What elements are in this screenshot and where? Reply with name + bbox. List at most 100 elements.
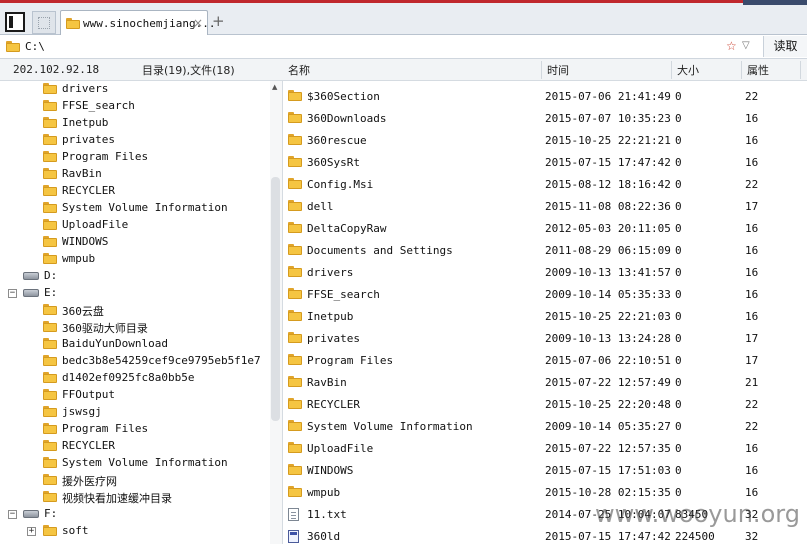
- close-tab-icon[interactable]: ×: [193, 16, 203, 30]
- file-size: 0: [675, 398, 682, 411]
- column-header-name[interactable]: 名称: [288, 62, 310, 78]
- tree-folder-label: RavBin: [62, 167, 102, 180]
- folder-icon: [288, 244, 302, 255]
- file-row[interactable]: Config.Msi 2015-08-12 18:16:42 0 22: [284, 172, 807, 194]
- new-tab-button[interactable]: +: [212, 13, 225, 29]
- folder-icon: [66, 18, 80, 29]
- tree-folder-label: 视频快看加速缓冲目录: [62, 492, 172, 505]
- file-name: UploadFile: [307, 442, 374, 455]
- favorite-star-icon[interactable]: ☆: [726, 39, 737, 53]
- folder-icon: [43, 423, 57, 434]
- column-divider: [741, 61, 742, 79]
- file-attribute: 16: [745, 486, 759, 499]
- tree-folder-label: UploadFile: [62, 218, 129, 231]
- file-name: dell: [307, 200, 334, 213]
- file-size: 0: [675, 112, 682, 125]
- file-modified-time: 2015-07-07 10:35:23: [545, 112, 671, 125]
- file-size: 0: [675, 200, 682, 213]
- file-row[interactable]: FFSE_search 2009-10-14 05:35:33 0 16: [284, 282, 807, 304]
- dir-file-count: 目录(19),文件(18): [142, 64, 235, 77]
- hard-drive-icon: [23, 510, 39, 518]
- file-row[interactable]: Inetpub 2015-10-25 22:21:03 0 16: [284, 304, 807, 326]
- file-row[interactable]: DeltaCopyRaw 2012-05-03 20:11:05 0 16: [284, 216, 807, 238]
- file-row[interactable]: WINDOWS 2015-07-15 17:51:03 0 16: [284, 458, 807, 480]
- file-row[interactable]: 360rescue 2015-10-25 22:21:21 0 16: [284, 128, 807, 150]
- file-modified-time: 2015-08-12 18:16:42: [545, 178, 671, 191]
- path-input[interactable]: C:\: [25, 40, 45, 53]
- tab-active[interactable]: www.sinochemjiang... ×: [60, 10, 215, 35]
- file-row[interactable]: UploadFile 2015-07-22 12:57:35 0 16: [284, 436, 807, 458]
- blank-tab[interactable]: [32, 11, 56, 34]
- text-file-icon: [288, 508, 299, 521]
- file-size: 0: [675, 134, 682, 147]
- tree-drive-label: F:: [44, 507, 58, 520]
- file-name: 360ld: [307, 530, 341, 543]
- file-size: 0: [675, 332, 682, 345]
- file-row[interactable]: dell 2015-11-08 08:22:36 0 17: [284, 194, 807, 216]
- scroll-up-arrow-icon[interactable]: ▲: [272, 83, 277, 91]
- folder-icon: [43, 202, 57, 213]
- file-size: 0: [675, 354, 682, 367]
- file-row[interactable]: $360Section 2015-07-06 21:41:49 0 22: [284, 84, 807, 106]
- file-row[interactable]: privates 2009-10-13 13:24:28 0 17: [284, 326, 807, 348]
- folder-icon: [288, 178, 302, 189]
- file-size: 0: [675, 420, 682, 433]
- read-button[interactable]: 读取: [763, 36, 807, 57]
- folder-icon: [43, 304, 57, 315]
- file-row[interactable]: drivers 2009-10-13 13:41:57 0 16: [284, 260, 807, 282]
- file-attribute: 22: [745, 398, 759, 411]
- expand-toggle-icon[interactable]: +: [27, 527, 36, 536]
- tree-folder-label: privates: [62, 133, 115, 146]
- collapse-toggle-icon[interactable]: −: [8, 510, 17, 519]
- window-controls[interactable]: [743, 0, 807, 5]
- column-header-time[interactable]: 时间: [547, 62, 569, 78]
- column-header-size[interactable]: 大小: [677, 62, 699, 78]
- sidebar-toggle-icon[interactable]: [5, 12, 25, 32]
- exe-file-icon: [288, 530, 299, 543]
- file-row[interactable]: Documents and Settings 2011-08-29 06:15:0…: [284, 238, 807, 260]
- file-attribute: 22: [745, 420, 759, 433]
- title-accent-line: [0, 0, 807, 3]
- file-row[interactable]: System Volume Information 2009-10-14 05:3…: [284, 414, 807, 436]
- folder-icon: [43, 355, 57, 366]
- column-divider: [800, 61, 801, 79]
- tree-folder-label: System Volume Information: [62, 456, 228, 469]
- file-row[interactable]: RECYCLER 2015-10-25 22:20:48 0 22: [284, 392, 807, 414]
- tree-folder-label: RECYCLER: [62, 184, 115, 197]
- folder-icon: [288, 90, 302, 101]
- column-header-attr[interactable]: 属性: [747, 62, 769, 78]
- folder-icon: [43, 185, 57, 196]
- folder-icon: [288, 354, 302, 365]
- file-modified-time: 2015-07-22 12:57:49: [545, 376, 671, 389]
- tree-folder-label: bedc3b8e54259cef9ce9795eb5f1e7: [62, 354, 261, 367]
- file-attribute: 16: [745, 156, 759, 169]
- column-divider: [671, 61, 672, 79]
- watermark-text: www.wooyun.org: [595, 500, 800, 528]
- collapse-toggle-icon[interactable]: −: [8, 289, 17, 298]
- folder-icon: [43, 236, 57, 247]
- tree-scroll-thumb[interactable]: [271, 177, 280, 421]
- tree-folder-label: BaiduYunDownload: [62, 337, 168, 350]
- file-row[interactable]: wmpub 2015-10-28 02:15:35 0 16: [284, 480, 807, 502]
- file-row[interactable]: RavBin 2015-07-22 12:57:49 0 21: [284, 370, 807, 392]
- file-size: 0: [675, 178, 682, 191]
- folder-icon: [43, 457, 57, 468]
- file-attribute: 22: [745, 178, 759, 191]
- file-modified-time: 2015-07-06 22:10:51: [545, 354, 671, 367]
- tree-scrollbar[interactable]: ▲: [270, 81, 282, 544]
- file-row[interactable]: 360Downloads 2015-07-07 10:35:23 0 16: [284, 106, 807, 128]
- file-name: 360rescue: [307, 134, 367, 147]
- file-name: drivers: [307, 266, 354, 279]
- folder-icon: [288, 398, 302, 409]
- file-row[interactable]: Program Files 2015-07-06 22:10:51 0 17: [284, 348, 807, 370]
- file-modified-time: 2015-10-25 22:20:48: [545, 398, 671, 411]
- history-dropdown-icon[interactable]: ▽: [742, 40, 750, 51]
- tree-folder-label: 360云盘: [62, 305, 104, 318]
- file-modified-time: 2015-07-15 17:51:03: [545, 464, 671, 477]
- folder-icon: [6, 41, 20, 52]
- file-row[interactable]: 360SysRt 2015-07-15 17:47:42 0 16: [284, 150, 807, 172]
- file-size: 0: [675, 156, 682, 169]
- tree-folder-label: d1402ef0925fc8a0bb5e: [62, 371, 195, 384]
- folder-icon: [288, 222, 302, 233]
- folder-icon: [43, 151, 57, 162]
